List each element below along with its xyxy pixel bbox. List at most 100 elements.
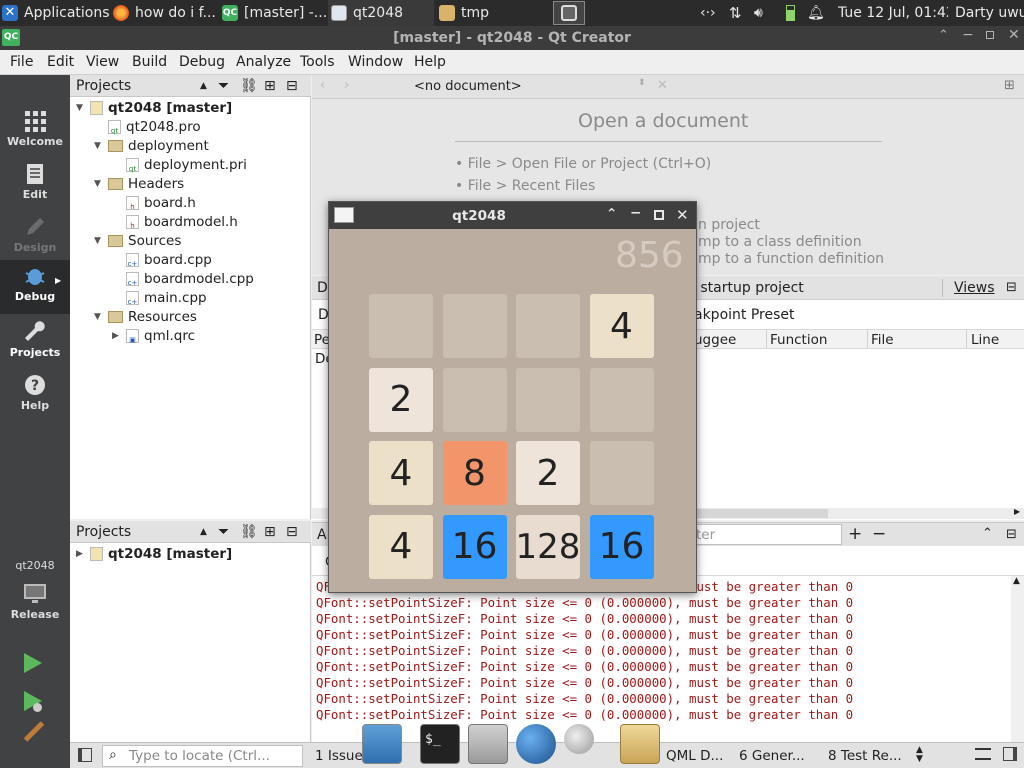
maximize-button[interactable] <box>986 31 994 39</box>
expand-arrow-icon[interactable]: ▶ <box>76 549 86 559</box>
debugger-project-label[interactable]: f startup project <box>691 280 804 296</box>
collapse-arrow-icon[interactable]: ▼ <box>94 236 104 246</box>
menu-view[interactable]: View <box>86 54 119 70</box>
close-document-icon[interactable]: ✕ <box>657 78 668 93</box>
test-results-tab[interactable]: 8 Test Re... <box>828 748 902 764</box>
filter-input[interactable]: ter <box>690 524 842 545</box>
close-pane-icon[interactable]: ⊟ <box>1006 280 1017 295</box>
tree-item[interactable]: qt qt2048.pro <box>108 117 201 136</box>
mode-design[interactable]: Design <box>0 211 70 263</box>
maximize-button[interactable] <box>654 210 664 220</box>
chevron-up-icon[interactable]: ⌃ <box>938 28 949 43</box>
tree-item[interactable]: qt deployment.pri <box>126 155 247 174</box>
tree-item[interactable]: ▶ ▣ qml.qrc <box>112 326 195 345</box>
mode-projects[interactable]: Projects <box>0 316 70 368</box>
tree-item[interactable]: h boardmodel.h <box>126 212 238 231</box>
terminal-icon[interactable]: $_ <box>420 724 460 764</box>
collapse-arrow-icon[interactable]: ▼ <box>94 179 104 189</box>
tree-item[interactable]: c+ boardmodel.cpp <box>126 269 254 288</box>
menu-build[interactable]: Build <box>132 54 167 70</box>
locator-input[interactable]: ⌕ Type to locate (Ctrl... <box>102 745 303 767</box>
close-button[interactable]: ✕ <box>676 206 689 224</box>
split-icon[interactable]: ⊞ <box>264 524 286 540</box>
scrollbar-thumb[interactable] <box>692 509 828 518</box>
file-manager-icon[interactable] <box>620 724 660 764</box>
menu-file[interactable]: File <box>10 54 33 70</box>
close-button[interactable]: ✕ <box>1008 27 1020 43</box>
magnifier-icon[interactable] <box>564 724 594 754</box>
document-selector[interactable]: <no document> <box>414 79 650 94</box>
vertical-scrollbar[interactable]: ▲ <box>1011 576 1024 742</box>
tree-item[interactable]: c+ main.cpp <box>126 288 207 307</box>
qml-debugger-tab[interactable]: QML D... <box>666 748 723 764</box>
scroll-up-icon[interactable]: ▲ <box>1013 576 1020 586</box>
toggle-sidebar-icon[interactable] <box>78 748 92 762</box>
menu-tools[interactable]: Tools <box>300 54 335 70</box>
minimize-button[interactable]: − <box>630 205 641 221</box>
mode-welcome[interactable]: Welcome <box>0 105 70 157</box>
taskbar-window-tmp[interactable]: tmp <box>438 0 548 26</box>
mode-edit[interactable]: Edit <box>0 158 70 210</box>
network-arrows-icon[interactable]: ‹·› <box>700 0 724 26</box>
column-header[interactable]: File <box>871 332 894 348</box>
tree-item[interactable]: c+ board.cpp <box>126 250 212 269</box>
close-pane-icon[interactable]: ⊟ <box>286 78 300 94</box>
web-browser-icon[interactable] <box>516 724 556 764</box>
pane-title[interactable]: Projects <box>76 78 200 94</box>
battery-icon[interactable] <box>782 0 798 26</box>
progress-icon[interactable] <box>975 748 991 760</box>
menu-analyze[interactable]: Analyze <box>236 54 291 70</box>
run-button[interactable] <box>24 653 42 673</box>
issues-tab[interactable]: 1 Issue <box>315 748 363 764</box>
menu-edit[interactable]: Edit <box>47 54 74 70</box>
tree-item[interactable]: ▼ Headers <box>94 174 184 193</box>
minimize-button[interactable]: − <box>962 27 974 43</box>
taskbar-window-firefox[interactable]: how do i f... <box>113 0 218 26</box>
updown-icon[interactable]: ▲ <box>200 527 218 537</box>
volume-icon[interactable]: 🔊︎ <box>754 0 776 26</box>
menu-debug[interactable]: Debug <box>179 54 225 70</box>
user-menu[interactable]: Darty uwu <box>955 0 1024 26</box>
expand-arrow-icon[interactable]: ▶ <box>112 331 122 341</box>
kit-selector[interactable]: Release <box>0 578 70 628</box>
column-header[interactable]: uggee <box>694 332 736 348</box>
show-desktop-dock-icon[interactable] <box>362 724 402 764</box>
taskbar-window-qtcreator[interactable]: QC [master] -... <box>222 0 326 26</box>
output-title[interactable]: A <box>317 527 327 543</box>
tree-item[interactable]: ▼ qt2048 [master] <box>76 98 232 117</box>
home-folder-icon[interactable] <box>468 724 508 764</box>
collapse-arrow-icon[interactable]: ▼ <box>76 103 86 113</box>
nav-forward-icon[interactable]: › <box>344 78 349 93</box>
chevron-up-icon[interactable]: ⌃ <box>982 526 993 541</box>
collapse-arrow-icon[interactable]: ▼ <box>94 312 104 322</box>
zoom-out-icon[interactable]: − <box>872 524 886 544</box>
chevron-up-icon[interactable]: ⌃ <box>606 206 617 222</box>
show-desktop-button[interactable] <box>553 1 585 25</box>
nav-back-icon[interactable]: ‹ <box>320 78 325 93</box>
filter-icon[interactable]: ⏷ <box>218 78 240 94</box>
mode-debug[interactable]: Debug ▶ <box>0 260 70 314</box>
updown-icon[interactable]: ▲ ▼ <box>916 746 923 764</box>
notification-bell-icon[interactable]: 🔔︎ <box>807 0 825 26</box>
column-header[interactable]: Function <box>770 332 827 348</box>
applications-menu[interactable]: ✕ Applications <box>2 0 110 26</box>
hammer-icon[interactable] <box>23 721 45 742</box>
filter-icon[interactable]: ⏷ <box>218 524 240 540</box>
tree-item[interactable]: ▼ Sources <box>94 231 181 250</box>
tree-item[interactable]: ▼ Resources <box>94 307 197 326</box>
taskbar-window-qt2048[interactable]: qt2048 <box>328 0 434 26</box>
general-messages-tab[interactable]: 6 Gener... <box>739 748 805 764</box>
tree-item[interactable]: h board.h <box>126 193 196 212</box>
debugger-header-left[interactable]: D <box>317 280 328 296</box>
split-editor-icon[interactable]: ⊞ <box>1004 78 1015 93</box>
pane-title[interactable]: Projects <box>76 524 200 540</box>
close-pane-icon[interactable]: ⊟ <box>286 524 300 540</box>
clock[interactable]: Tue 12 Jul, 01:42 <box>838 0 948 26</box>
tree-project-root[interactable]: ▶ qt2048 [master] <box>76 544 232 563</box>
collapse-arrow-icon[interactable]: ▼ <box>94 141 104 151</box>
views-button[interactable]: Views <box>954 280 995 296</box>
dropdown-icon[interactable]: ⬍ <box>638 78 646 88</box>
menu-window[interactable]: Window <box>348 54 403 70</box>
game-board[interactable]: 4 2 4 8 2 4 16 128 16 <box>329 229 696 592</box>
close-pane-icon[interactable]: ⊟ <box>1006 527 1017 542</box>
